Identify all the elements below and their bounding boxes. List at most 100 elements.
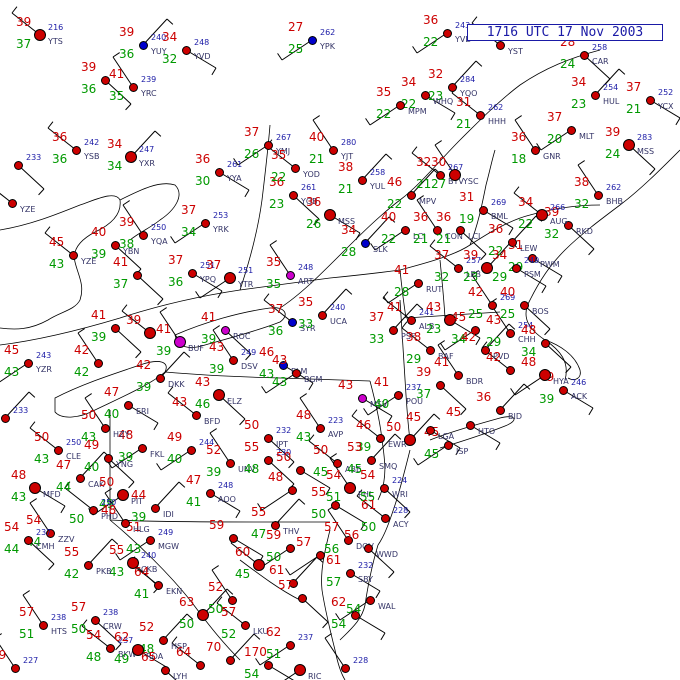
- temperature-value: 46: [356, 418, 372, 432]
- station-marker: [228, 596, 237, 605]
- station-marker: [72, 146, 81, 155]
- station-marker: [129, 83, 138, 92]
- temperature-value: 47: [56, 458, 72, 472]
- temperature-value: 38: [406, 330, 422, 344]
- station-id: HZY: [113, 430, 130, 439]
- station-id: CAR: [592, 57, 609, 66]
- temperature-value: 54: [86, 628, 102, 642]
- station-id: YPK: [320, 42, 335, 51]
- station-marker: [29, 482, 41, 494]
- temperature-value: 64: [176, 645, 192, 659]
- station-marker: [591, 91, 600, 100]
- temperature-value: 36: [195, 152, 211, 166]
- station-marker: [182, 46, 191, 55]
- station-marker: [289, 191, 298, 200]
- station-id: YYA: [227, 174, 242, 183]
- dewpoint-value: 32: [544, 227, 560, 241]
- dewpoint-value: 50: [311, 507, 327, 521]
- temperature-value: 31: [508, 238, 524, 252]
- temperature-value: 49: [84, 438, 100, 452]
- dewpoint-value: 19: [459, 212, 475, 226]
- dewpoint-value: 39: [209, 362, 225, 376]
- station-id: PKB: [96, 567, 112, 576]
- dewpoint-value: 52: [221, 627, 237, 641]
- dewpoint-value: 50: [71, 622, 87, 636]
- station-marker: [296, 466, 305, 475]
- temperature-value: 27: [288, 20, 304, 34]
- station-marker: [213, 389, 225, 401]
- dewpoint-value: 48: [86, 650, 102, 664]
- station-id: HTS: [51, 627, 67, 636]
- pressure-value: 248: [218, 481, 234, 490]
- temperature-value: 34: [162, 30, 178, 44]
- station-id: ELZ: [227, 397, 242, 406]
- temperature-value: 37: [369, 310, 385, 324]
- station-id: POU: [406, 397, 423, 406]
- station-marker: [449, 169, 461, 181]
- station-marker: [476, 111, 485, 120]
- temperature-value: 35: [266, 255, 282, 269]
- temperature-value: 35: [271, 148, 287, 162]
- pressure-value: 280: [341, 138, 357, 147]
- dewpoint-value: 30: [195, 174, 211, 188]
- station-marker: [117, 489, 129, 501]
- station-marker: [496, 41, 505, 50]
- pressure-value: 228: [393, 506, 409, 515]
- station-id: WHQ: [433, 97, 454, 106]
- surface-station-map: 39 37 216 YTS 39 36 240 YUY 34 32 248 YVD 27 25 262 YPK…: [0, 0, 680, 680]
- dewpoint-value: 20: [547, 132, 563, 146]
- temperature-value: 50: [276, 450, 292, 464]
- dewpoint-value: 21: [626, 102, 642, 116]
- station-marker: [316, 551, 325, 560]
- station-id: RUT: [426, 285, 443, 294]
- station-id: BHB: [606, 197, 623, 206]
- station-id: MPM: [408, 107, 427, 116]
- dewpoint-value: 51: [266, 647, 282, 661]
- station-marker: [454, 264, 463, 273]
- dewpoint-value: 50: [266, 550, 282, 564]
- pressure-value: 228: [353, 656, 369, 665]
- station-marker: [364, 544, 373, 553]
- temperature-value: 54: [26, 513, 42, 527]
- temperature-value: 36: [511, 130, 527, 144]
- temperature-value: 45: [406, 410, 422, 424]
- dewpoint-value: 32: [574, 197, 590, 211]
- temperature-value: 57: [278, 578, 294, 592]
- temperature-value: 42: [486, 350, 502, 364]
- temperature-value: 40: [381, 210, 397, 224]
- dewpoint-value: 42: [74, 365, 90, 379]
- station-marker: [264, 456, 273, 465]
- temperature-value: 45: [49, 235, 65, 249]
- dewpoint-value: 23: [426, 322, 442, 336]
- pressure-value: 283: [637, 133, 653, 142]
- temperature-value: 34: [107, 137, 123, 151]
- station-id: MFD: [43, 490, 61, 499]
- station-id: YCX: [658, 102, 674, 111]
- dewpoint-value: 22: [518, 217, 534, 231]
- station-marker: [159, 636, 168, 645]
- temperature-value: 55: [64, 545, 80, 559]
- pressure-value: 248: [194, 38, 210, 47]
- temperature-value: 43: [272, 353, 288, 367]
- temperature-value: 35: [298, 295, 314, 309]
- temperature-value: 37: [268, 302, 284, 316]
- temperature-value: 46: [387, 175, 403, 189]
- temperature-value: 37: [206, 258, 222, 272]
- temperature-value: 41: [434, 355, 450, 369]
- temperature-value: 57: [324, 520, 340, 534]
- station-marker: [124, 401, 133, 410]
- station-marker: [125, 151, 137, 163]
- station-marker: [196, 661, 205, 670]
- station-marker: [421, 91, 430, 100]
- pressure-value: 253: [213, 211, 229, 220]
- station-marker: [344, 482, 356, 494]
- station-id: MGW: [158, 542, 180, 551]
- dewpoint-value: 40: [84, 460, 100, 474]
- dewpoint-value: 27: [431, 177, 447, 191]
- dewpoint-value: 39: [206, 465, 222, 479]
- pressure-value: 238: [51, 613, 67, 622]
- station-marker: [101, 76, 110, 85]
- station-marker: [201, 219, 210, 228]
- station-marker: [292, 369, 301, 378]
- station-marker: [111, 241, 120, 250]
